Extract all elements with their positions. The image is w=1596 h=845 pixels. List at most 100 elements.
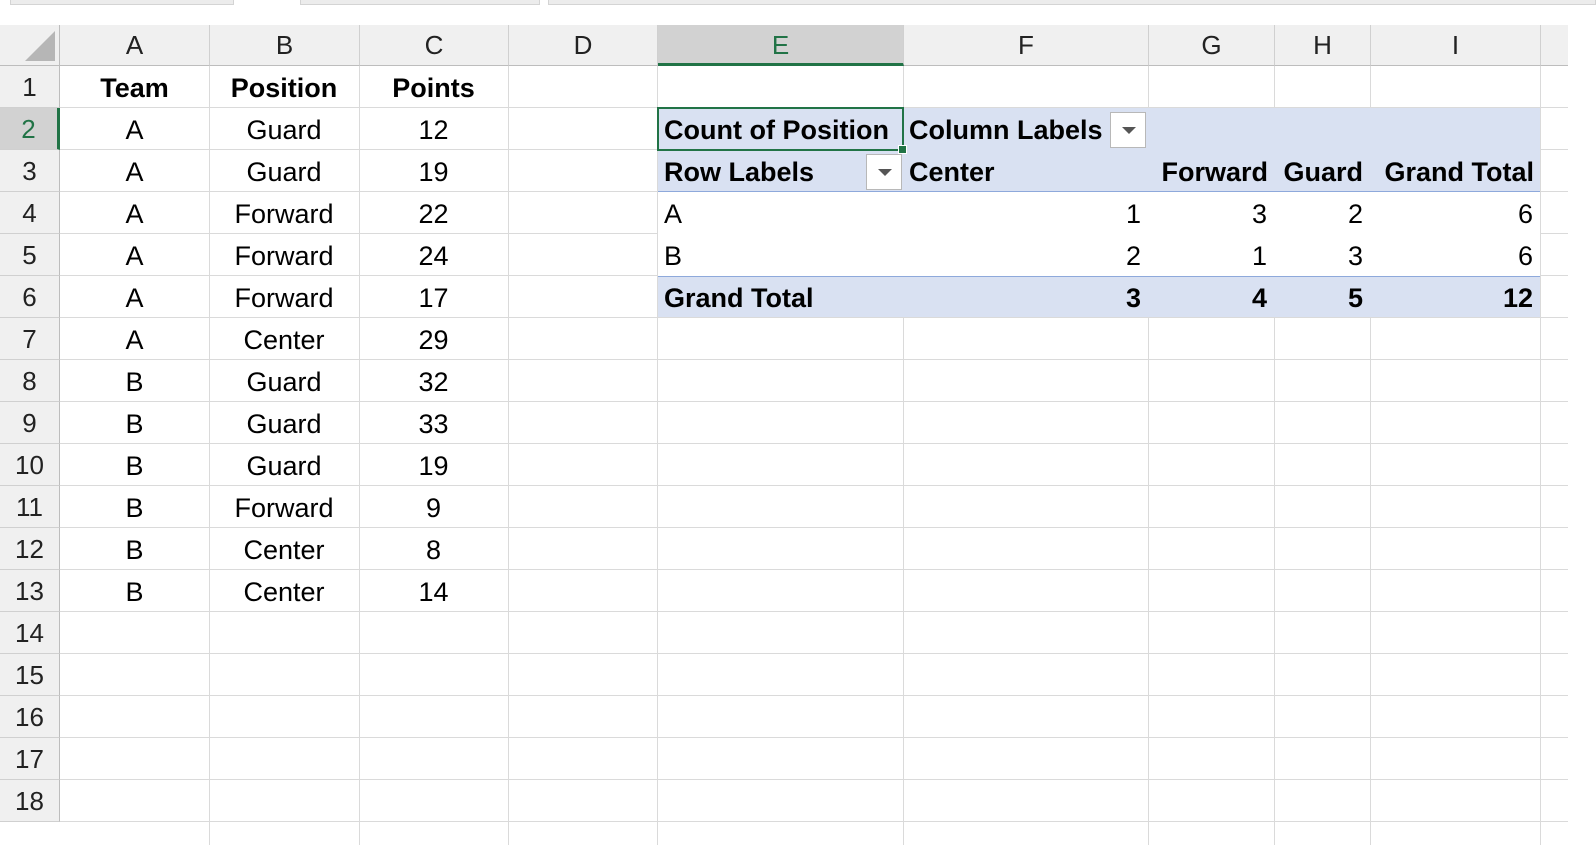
team-cell[interactable]: A bbox=[60, 234, 209, 276]
team-cell[interactable]: B bbox=[60, 486, 209, 528]
position-cell[interactable]: Center bbox=[209, 528, 359, 570]
filter-dropdown-icon bbox=[878, 169, 892, 176]
pivot-value-cell[interactable]: 3 bbox=[1274, 234, 1370, 276]
row-header-3[interactable]: 3 bbox=[0, 150, 60, 192]
column-header-b[interactable]: B bbox=[210, 25, 360, 66]
position-cell[interactable]: Forward bbox=[209, 234, 359, 276]
position-cell[interactable]: Guard bbox=[209, 108, 359, 150]
position-cell[interactable]: Guard bbox=[209, 360, 359, 402]
position-cell[interactable]: Forward bbox=[209, 192, 359, 234]
position-cell[interactable]: Guard bbox=[209, 402, 359, 444]
points-cell[interactable]: 9 bbox=[359, 486, 508, 528]
select-all-triangle-icon bbox=[25, 31, 55, 61]
row-header-16[interactable]: 16 bbox=[0, 696, 60, 738]
points-cell[interactable]: 22 bbox=[359, 192, 508, 234]
team-cell[interactable]: B bbox=[60, 570, 209, 612]
pivot-col-header-grand-total[interactable]: Grand Total bbox=[1370, 150, 1540, 192]
row-header-17[interactable]: 17 bbox=[0, 738, 60, 780]
column-header-g[interactable]: G bbox=[1149, 25, 1275, 66]
points-cell[interactable]: 33 bbox=[359, 402, 508, 444]
row-header-1[interactable]: 1 bbox=[0, 66, 60, 108]
row-header-11[interactable]: 11 bbox=[0, 486, 60, 528]
formula-input[interactable] bbox=[548, 0, 1596, 5]
pivot-row-label[interactable]: A bbox=[658, 192, 903, 234]
position-cell[interactable]: Guard bbox=[209, 444, 359, 486]
points-cell[interactable]: 32 bbox=[359, 360, 508, 402]
pivot-grand-total-cell[interactable]: 5 bbox=[1274, 276, 1370, 318]
row-header-12[interactable]: 12 bbox=[0, 528, 60, 570]
row-header-15[interactable]: 15 bbox=[0, 654, 60, 696]
column-header-f[interactable]: F bbox=[904, 25, 1149, 66]
points-cell[interactable]: 19 bbox=[359, 150, 508, 192]
position-cell[interactable]: Forward bbox=[209, 486, 359, 528]
header-position[interactable]: Position bbox=[209, 66, 359, 108]
pivot-col-header-center[interactable]: Center bbox=[903, 150, 1148, 192]
header-points[interactable]: Points bbox=[359, 66, 508, 108]
position-cell[interactable]: Forward bbox=[209, 276, 359, 318]
pivot-value-cell[interactable]: 1 bbox=[903, 192, 1148, 234]
row-header-4[interactable]: 4 bbox=[0, 192, 60, 234]
team-cell[interactable]: B bbox=[60, 528, 209, 570]
position-cell[interactable]: Center bbox=[209, 570, 359, 612]
column-header-h[interactable]: H bbox=[1275, 25, 1371, 66]
team-cell[interactable]: B bbox=[60, 402, 209, 444]
pivot-grand-total-cell[interactable]: 4 bbox=[1148, 276, 1274, 318]
vertical-scrollbar-area[interactable] bbox=[1568, 25, 1596, 845]
fill-handle[interactable] bbox=[898, 145, 907, 154]
row-header-14[interactable]: 14 bbox=[0, 612, 60, 654]
points-cell[interactable]: 24 bbox=[359, 234, 508, 276]
pivot-value-cell[interactable]: 6 bbox=[1370, 192, 1540, 234]
position-cell[interactable]: Guard bbox=[209, 150, 359, 192]
pivot-grand-total-label[interactable]: Grand Total bbox=[658, 276, 903, 318]
pivot-value-cell[interactable]: 2 bbox=[1274, 192, 1370, 234]
pivot-col-header-guard[interactable]: Guard bbox=[1274, 150, 1370, 192]
team-cell[interactable]: A bbox=[60, 150, 209, 192]
formula-bar-segment[interactable] bbox=[300, 0, 540, 5]
pivot-value-cell[interactable]: 1 bbox=[1148, 234, 1274, 276]
active-cell-selection[interactable] bbox=[657, 107, 907, 154]
row-header-10[interactable]: 10 bbox=[0, 444, 60, 486]
select-all-button[interactable] bbox=[0, 25, 60, 66]
pivot-value-cell[interactable]: 3 bbox=[1148, 192, 1274, 234]
column-labels-filter-button[interactable] bbox=[1110, 112, 1146, 148]
position-cell[interactable]: Center bbox=[209, 318, 359, 360]
column-header-d[interactable]: D bbox=[509, 25, 658, 66]
team-cell[interactable]: A bbox=[60, 318, 209, 360]
name-box[interactable] bbox=[10, 0, 234, 5]
row-header-8[interactable]: 8 bbox=[0, 360, 60, 402]
filter-dropdown-icon bbox=[1122, 127, 1136, 134]
team-cell[interactable]: A bbox=[60, 276, 209, 318]
pivot-col-header-forward[interactable]: Forward bbox=[1148, 150, 1274, 192]
cell-grid[interactable]: Team Position Points A Guard 12 A Guard … bbox=[60, 66, 1596, 845]
row-header-2[interactable]: 2 bbox=[0, 108, 60, 150]
pivot-row-label[interactable]: B bbox=[658, 234, 903, 276]
row-header-7[interactable]: 7 bbox=[0, 318, 60, 360]
points-cell[interactable]: 29 bbox=[359, 318, 508, 360]
team-cell[interactable]: A bbox=[60, 192, 209, 234]
pivot-value-cell[interactable]: 2 bbox=[903, 234, 1148, 276]
column-header-a[interactable]: A bbox=[60, 25, 210, 66]
formula-bar-area bbox=[0, 0, 1596, 14]
row-header-5[interactable]: 5 bbox=[0, 234, 60, 276]
worksheet: A B C D E F G H I 1 2 3 4 5 6 7 8 9 10 1… bbox=[0, 25, 1596, 845]
row-header-6[interactable]: 6 bbox=[0, 276, 60, 318]
row-labels-filter-button[interactable] bbox=[866, 154, 902, 190]
points-cell[interactable]: 19 bbox=[359, 444, 508, 486]
column-header-i[interactable]: I bbox=[1371, 25, 1541, 66]
points-cell[interactable]: 14 bbox=[359, 570, 508, 612]
column-header-e[interactable]: E bbox=[658, 25, 904, 66]
row-header-18[interactable]: 18 bbox=[0, 780, 60, 822]
team-cell[interactable]: A bbox=[60, 108, 209, 150]
row-header-13[interactable]: 13 bbox=[0, 570, 60, 612]
column-header-c[interactable]: C bbox=[360, 25, 509, 66]
row-header-9[interactable]: 9 bbox=[0, 402, 60, 444]
team-cell[interactable]: B bbox=[60, 360, 209, 402]
pivot-value-cell[interactable]: 6 bbox=[1370, 234, 1540, 276]
pivot-grand-total-cell[interactable]: 12 bbox=[1370, 276, 1540, 318]
pivot-grand-total-cell[interactable]: 3 bbox=[903, 276, 1148, 318]
header-team[interactable]: Team bbox=[60, 66, 209, 108]
points-cell[interactable]: 8 bbox=[359, 528, 508, 570]
points-cell[interactable]: 17 bbox=[359, 276, 508, 318]
points-cell[interactable]: 12 bbox=[359, 108, 508, 150]
team-cell[interactable]: B bbox=[60, 444, 209, 486]
